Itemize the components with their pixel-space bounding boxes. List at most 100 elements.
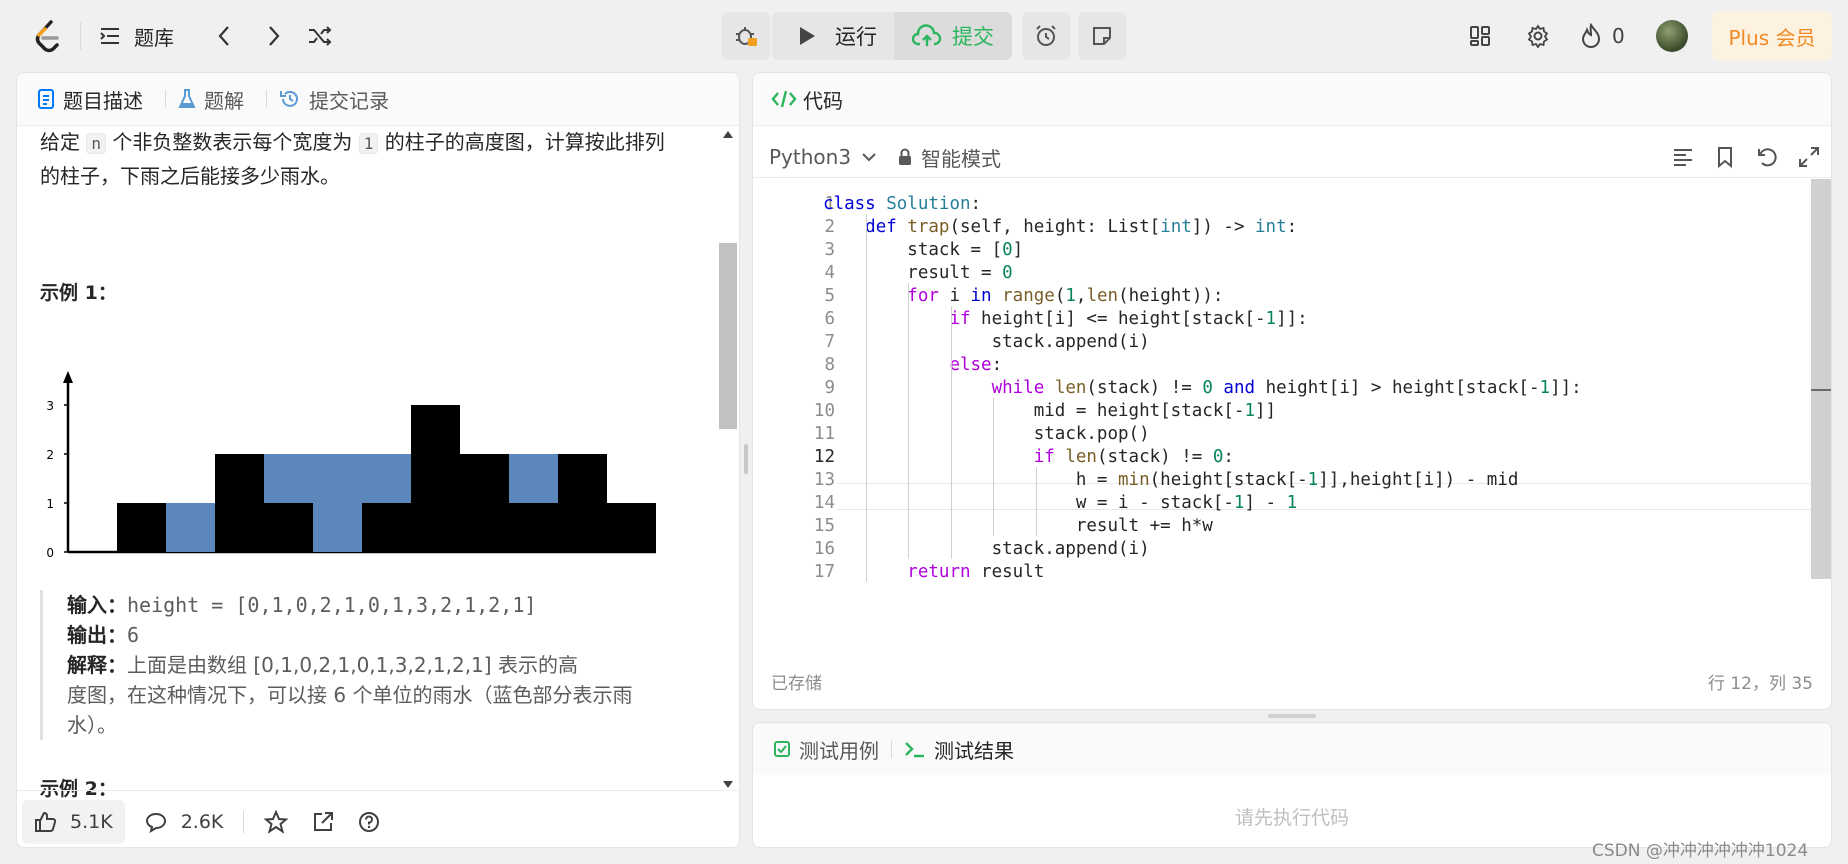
comments-button[interactable]: 2.6K [133, 800, 236, 844]
streak-count: 0 [1612, 24, 1625, 48]
smart-mode-label: 智能模式 [921, 146, 1001, 171]
streak-counter[interactable]: 0 [1580, 18, 1625, 54]
format-button[interactable] [1671, 145, 1695, 169]
leetcode-logo-icon [35, 20, 59, 53]
tab-solutions[interactable]: 题解 [178, 73, 256, 125]
tab-description[interactable]: 题目描述 [37, 73, 155, 125]
editor-scrollbar[interactable] [1811, 179, 1831, 579]
save-status: 已存储 [771, 674, 822, 694]
inline-code-1: 1 [358, 133, 379, 154]
example1-block: 输入：height = [0,1,0,2,1,0,1,3,2,1,2,1] 输出… [40, 590, 680, 740]
language-label: Python3 [769, 145, 852, 169]
terminal-icon [905, 742, 924, 758]
elevation-bar [215, 454, 264, 552]
reset-code-button[interactable] [1755, 145, 1779, 169]
layout-grid-icon [1470, 26, 1490, 46]
checkbox-icon [774, 741, 790, 757]
history-icon [280, 90, 298, 107]
problem-list-button[interactable]: 题库 [98, 16, 174, 56]
leetcode-logo[interactable] [28, 16, 68, 56]
debug-button[interactable] [722, 12, 770, 60]
problem-description: 给定 n 个非负整数表示每个宽度为 1 的柱子的高度图，计算按此排列 的柱子，下… [40, 126, 690, 193]
watermark: CSDN @冲冲冲冲冲冲1024 [1592, 841, 1809, 861]
tab-submissions-label: 提交记录 [309, 88, 389, 113]
tab-test-result-label: 测试结果 [934, 738, 1014, 763]
test-tabs: 测试用例 测试结果 [753, 723, 1831, 775]
y-axis-arrow [63, 371, 73, 383]
tab-test-result[interactable]: 测试结果 [904, 735, 1014, 764]
elevation-bar [509, 503, 558, 552]
avatar[interactable] [1656, 20, 1688, 52]
elevation-bar [264, 503, 313, 552]
share-button[interactable] [300, 800, 346, 844]
submit-button[interactable]: 提交 [900, 12, 1006, 60]
explain-text: 水）。 [67, 713, 117, 737]
code-icon [771, 90, 797, 108]
horizontal-resizer[interactable] [744, 444, 748, 474]
expand-icon [1799, 147, 1819, 167]
bug-lock-icon [736, 27, 757, 46]
align-left-icon [1674, 149, 1692, 166]
language-select[interactable]: Python3 [769, 139, 877, 175]
indent-guide [950, 375, 952, 559]
comment-count: 2.6K [180, 811, 224, 833]
favorite-button[interactable] [252, 800, 300, 844]
play-icon [800, 27, 815, 45]
notes-button[interactable] [1078, 12, 1126, 60]
desc-text: 个非负整数表示每个宽度为 [112, 130, 353, 154]
y-tick-label: 3 [46, 399, 54, 413]
explain-text: 度图，在这种情况下，可以接 6 个单位的雨水（蓝色部分表示雨 [67, 683, 633, 707]
desc-text: 给定 [40, 130, 80, 154]
desc-text: 的柱子，下雨之后能接多少雨水。 [40, 164, 340, 188]
chevron-left-icon [218, 26, 229, 46]
timer-button[interactable] [1022, 12, 1070, 60]
description-footer: 5.1K 2.6K [16, 798, 738, 846]
code-editor[interactable]: 1 class Solution: 2 def trap(self, height:… [753, 179, 1813, 649]
example1-title: 示例 1： [40, 282, 117, 304]
prev-problem-button[interactable] [206, 18, 242, 54]
code-tab-header: 代码 [753, 73, 1831, 125]
output-label: 输出： [67, 623, 127, 647]
y-tick-label: 0 [46, 546, 54, 560]
fire-icon [1581, 23, 1601, 48]
bookmark-button[interactable] [1713, 145, 1737, 169]
help-button[interactable] [346, 800, 392, 844]
note-icon [1093, 27, 1111, 45]
indent-guide [865, 214, 867, 582]
random-problem-button[interactable] [302, 18, 338, 54]
tab-test-cases[interactable]: 测试用例 [773, 735, 879, 764]
problem-list-label: 题库 [134, 25, 174, 50]
elevation-bar [607, 503, 656, 552]
description-scrollbar[interactable] [717, 131, 739, 791]
run-button[interactable]: 运行 [782, 12, 892, 60]
submit-label: 提交 [952, 25, 994, 49]
cursor-position: 行 12，列 35 [1707, 674, 1813, 694]
layout-button[interactable] [1462, 18, 1498, 54]
elevation-bar [460, 454, 509, 552]
tab-submissions[interactable]: 提交记录 [279, 73, 401, 125]
smart-mode-toggle[interactable]: 智能模式 [897, 139, 1001, 175]
alarm-clock-icon [1036, 25, 1056, 46]
fullscreen-button[interactable] [1797, 145, 1821, 169]
like-button[interactable]: 5.1K [22, 800, 125, 844]
plus-membership-button[interactable]: Plus 会员 [1712, 12, 1832, 60]
water-bar [313, 454, 362, 552]
vertical-resizer[interactable] [1268, 714, 1316, 718]
next-problem-button[interactable] [256, 18, 292, 54]
lock-icon [899, 148, 911, 165]
tab-test-cases-label: 测试用例 [799, 738, 879, 763]
document-icon [38, 89, 54, 109]
explain-label: 解释： [67, 653, 127, 677]
shuffle-icon [309, 26, 332, 46]
tab-solutions-label: 题解 [204, 88, 244, 113]
elevation-bar [411, 405, 460, 552]
plus-label: Plus 会员 [1728, 25, 1816, 50]
settings-button[interactable] [1520, 18, 1556, 54]
y-tick-label: 2 [46, 448, 54, 462]
code-line: 17 return result [753, 559, 1813, 586]
elevation-bar [558, 454, 607, 552]
elevation-bar [362, 503, 411, 552]
thumbs-up-icon [35, 811, 56, 832]
chevron-down-icon [862, 153, 876, 162]
input-value: height = [0,1,0,2,1,0,1,3,2,1,2,1] [127, 593, 537, 617]
